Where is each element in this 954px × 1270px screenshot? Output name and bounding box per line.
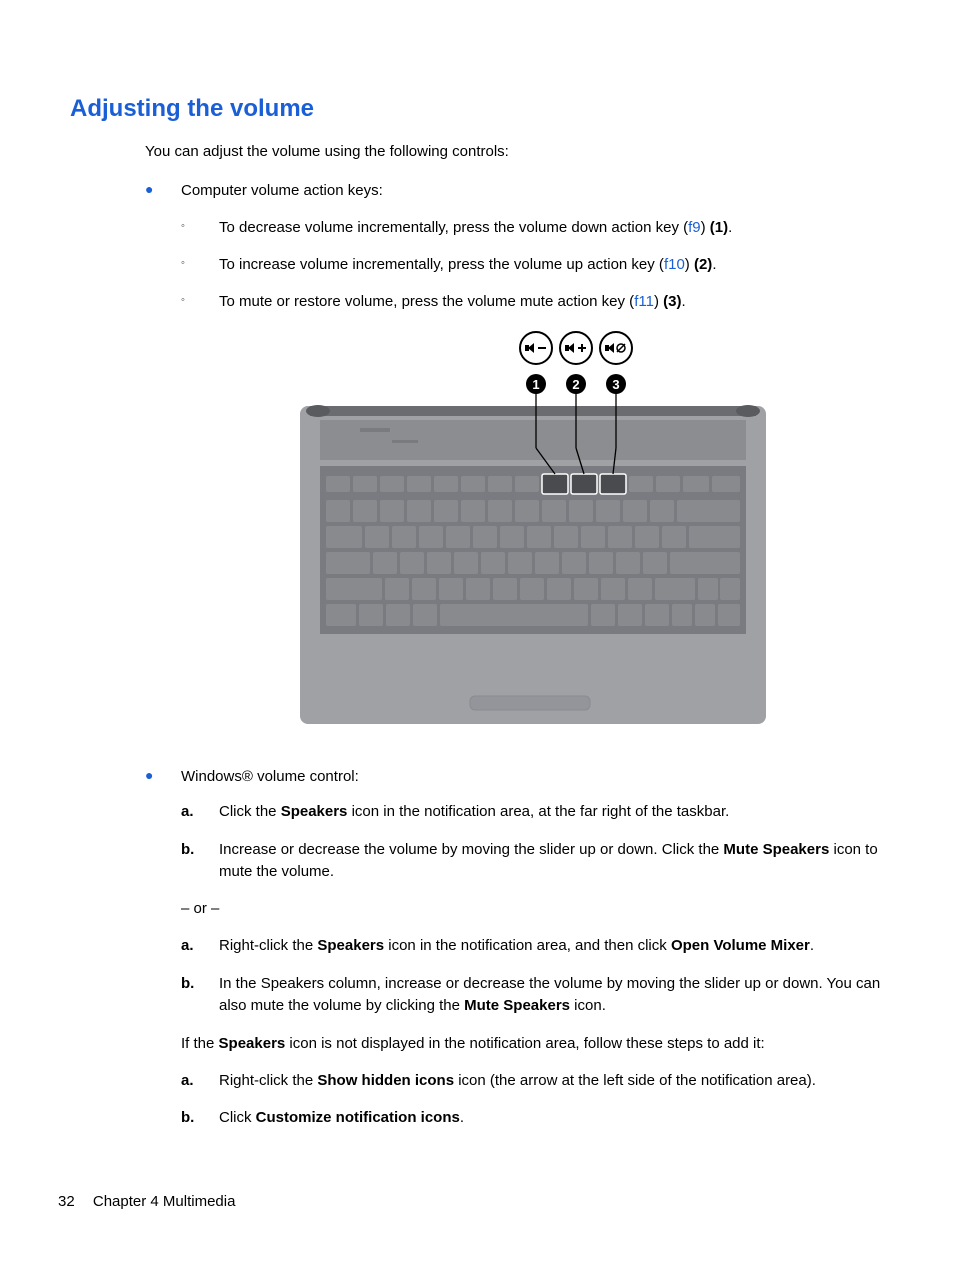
touchpad-button — [470, 696, 590, 710]
bold-term: Mute Speakers — [723, 841, 829, 858]
bullet-text: Computer volume action keys: — [181, 182, 383, 199]
chapter-label: Chapter 4 Multimedia — [93, 1193, 236, 1210]
alpha-marker: b. — [181, 973, 219, 1017]
page-footer: 32 Chapter 4 Multimedia — [58, 1193, 235, 1210]
text: To increase volume incrementally, press … — [219, 256, 664, 273]
bullet-item: ● Computer volume action keys: ◦ To decr… — [145, 180, 884, 750]
page-number: 32 — [58, 1193, 75, 1210]
f11-key — [600, 474, 626, 494]
callout-number: (1) — [710, 219, 728, 236]
text: ) — [685, 256, 694, 273]
text: To decrease volume incrementally, press … — [219, 219, 688, 236]
text: To mute or restore volume, press the vol… — [219, 293, 634, 310]
bold-term: Mute Speakers — [464, 997, 570, 1014]
alpha-item: b. Increase or decrease the volume by mo… — [181, 839, 884, 883]
text: icon in the notification area, at the fa… — [347, 803, 729, 820]
alpha-content: Click the Speakers icon in the notificat… — [219, 801, 884, 823]
bullet-text: Windows® volume control: — [181, 768, 359, 785]
text: . — [712, 256, 716, 273]
sub-content: To mute or restore volume, press the vol… — [219, 291, 884, 312]
text: . — [810, 937, 814, 954]
f10-key — [571, 474, 597, 494]
text: icon is not displayed in the notificatio… — [285, 1035, 764, 1052]
page-heading: Adjusting the volume — [70, 95, 884, 123]
text: Click — [219, 1109, 256, 1126]
alpha-content: In the Speakers column, increase or decr… — [219, 973, 884, 1017]
text: ) — [654, 293, 663, 310]
volume-down-icon — [520, 332, 552, 364]
text: Increase or decrease the volume by movin… — [219, 841, 723, 858]
text: icon in the notification area, and then … — [384, 937, 671, 954]
text: ) — [701, 219, 710, 236]
alpha-marker: a. — [181, 1070, 219, 1092]
callout-number: (3) — [663, 293, 681, 310]
keyboard-illustration: 1 2 3 — [300, 328, 766, 728]
keyboard-figure: 1 2 3 — [181, 328, 884, 728]
alpha-item: a. Click the Speakers icon in the notifi… — [181, 801, 884, 823]
bullet-content: Windows® volume control: a. Click the Sp… — [181, 766, 884, 1145]
bold-term: Customize notification icons — [256, 1109, 460, 1126]
f9-key — [542, 474, 568, 494]
bold-term: Speakers — [281, 803, 348, 820]
sub-item: ◦ To decrease volume incrementally, pres… — [181, 217, 884, 238]
sub-content: To increase volume incrementally, press … — [219, 254, 884, 275]
key-link[interactable]: f11 — [634, 293, 654, 310]
alpha-item: b. Click Customize notification icons. — [181, 1107, 884, 1129]
callout-number: (2) — [694, 256, 712, 273]
text: icon. — [570, 997, 606, 1014]
bullet-item: ● Windows® volume control: a. Click the … — [145, 766, 884, 1145]
sub-marker: ◦ — [181, 291, 219, 312]
sub-item: ◦ To mute or restore volume, press the v… — [181, 291, 884, 312]
svg-text:3: 3 — [612, 377, 619, 392]
bold-term: Show hidden icons — [317, 1072, 454, 1089]
alpha-marker: a. — [181, 935, 219, 957]
alpha-content: Click Customize notification icons. — [219, 1107, 884, 1129]
alpha-content: Increase or decrease the volume by movin… — [219, 839, 884, 883]
alpha-content: Right-click the Speakers icon in the not… — [219, 935, 884, 957]
bullet-content: Computer volume action keys: ◦ To decrea… — [181, 180, 884, 750]
sub-content: To decrease volume incrementally, press … — [219, 217, 884, 238]
sub-list: ◦ To decrease volume incrementally, pres… — [181, 217, 884, 312]
text: icon (the arrow at the left side of the … — [454, 1072, 816, 1089]
alpha-list: a. Click the Speakers icon in the notifi… — [181, 801, 884, 882]
alpha-list: a. Right-click the Show hidden icons ico… — [181, 1070, 884, 1130]
key-row-fn — [326, 474, 740, 494]
key-row-num — [326, 500, 740, 522]
bold-term: Open Volume Mixer — [671, 937, 810, 954]
alpha-list: a. Right-click the Speakers icon in the … — [181, 935, 884, 1016]
svg-text:1: 1 — [532, 377, 539, 392]
key-link[interactable]: f10 — [664, 256, 685, 273]
svg-text:2: 2 — [572, 377, 579, 392]
alpha-marker: b. — [181, 1107, 219, 1129]
intro-paragraph: You can adjust the volume using the foll… — [145, 141, 884, 162]
text: Right-click the — [219, 937, 317, 954]
key-link[interactable]: f9 — [688, 219, 701, 236]
bullet-marker: ● — [145, 766, 181, 1145]
alpha-marker: a. — [181, 801, 219, 823]
text: . — [460, 1109, 464, 1126]
or-separator: – or – — [181, 898, 884, 919]
bullet-list: ● Computer volume action keys: ◦ To decr… — [145, 180, 884, 1145]
bold-term: Speakers — [317, 937, 384, 954]
alpha-marker: b. — [181, 839, 219, 883]
sub-item: ◦ To increase volume incrementally, pres… — [181, 254, 884, 275]
text: . — [681, 293, 685, 310]
volume-up-icon — [560, 332, 592, 364]
text: Click the — [219, 803, 281, 820]
alpha-content: Right-click the Show hidden icons icon (… — [219, 1070, 884, 1092]
note-line: If the Speakers icon is not displayed in… — [181, 1033, 884, 1054]
text: Right-click the — [219, 1072, 317, 1089]
text: . — [728, 219, 732, 236]
bold-term: Speakers — [219, 1035, 286, 1052]
sub-marker: ◦ — [181, 217, 219, 238]
alpha-item: b. In the Speakers column, increase or d… — [181, 973, 884, 1017]
alpha-item: a. Right-click the Show hidden icons ico… — [181, 1070, 884, 1092]
alpha-item: a. Right-click the Speakers icon in the … — [181, 935, 884, 957]
text: If the — [181, 1035, 219, 1052]
sub-marker: ◦ — [181, 254, 219, 275]
volume-mute-icon — [600, 332, 632, 364]
bullet-marker: ● — [145, 180, 181, 750]
